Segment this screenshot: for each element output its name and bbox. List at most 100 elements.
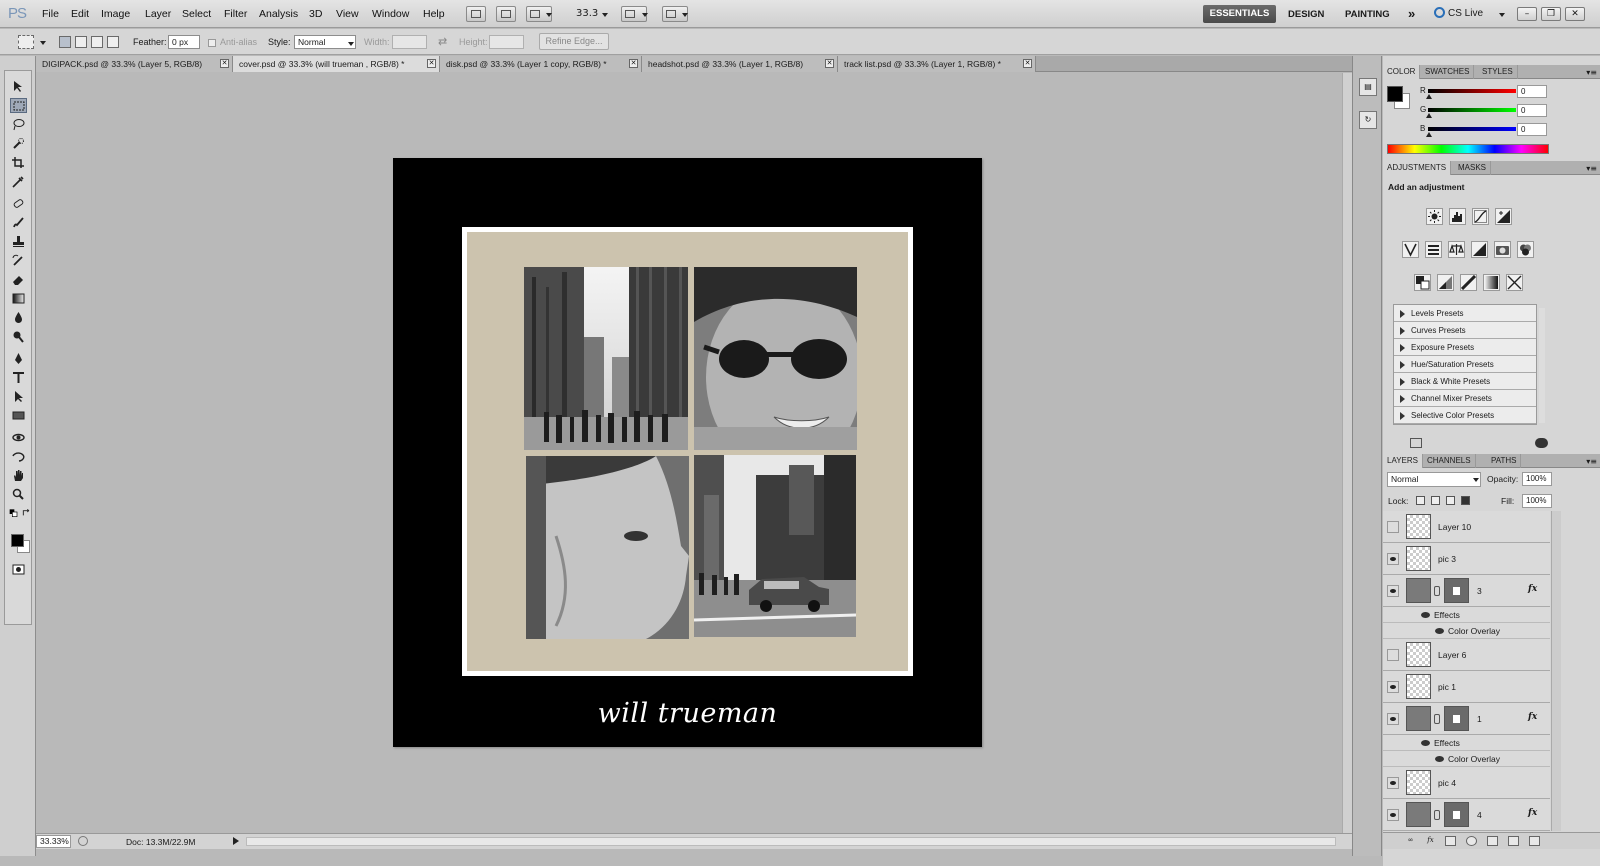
add-style-icon[interactable]: fx xyxy=(1425,836,1436,846)
threshold-button[interactable] xyxy=(1460,274,1477,291)
tab-disk[interactable]: disk.psd @ 33.3% (Layer 1 copy, RGB/8) *… xyxy=(440,56,642,72)
close-icon[interactable]: ✕ xyxy=(825,59,834,68)
slider-thumb-icon[interactable] xyxy=(1426,132,1432,137)
layer-row[interactable]: Layer 6 xyxy=(1383,639,1550,671)
path-selection-tool[interactable] xyxy=(10,389,27,404)
brush-tool[interactable] xyxy=(10,215,27,230)
workspaces-more-button[interactable]: » xyxy=(1408,6,1415,21)
tab-channels[interactable]: CHANNELS xyxy=(1423,454,1476,468)
close-icon[interactable]: ✕ xyxy=(220,59,229,68)
add-mask-icon[interactable] xyxy=(1445,836,1456,846)
tab-headshot[interactable]: headshot.psd @ 33.3% (Layer 1, RGB/8) ✕ xyxy=(642,56,838,72)
eraser-tool[interactable] xyxy=(10,272,27,287)
zoom-status-input[interactable]: 33.33% xyxy=(36,835,71,848)
menu-filter[interactable]: Filter xyxy=(224,8,247,20)
layer-row[interactable]: pic 1 xyxy=(1383,671,1550,703)
layer-mask-thumbnail[interactable] xyxy=(1444,802,1469,827)
eye-icon[interactable] xyxy=(1387,713,1399,725)
red-slider[interactable] xyxy=(1428,89,1516,93)
fx-icon[interactable]: fx xyxy=(1528,712,1537,722)
tab-styles[interactable]: STYLES xyxy=(1478,65,1518,79)
link-layers-icon[interactable]: ∞ xyxy=(1405,836,1416,846)
effects-row[interactable]: Effects xyxy=(1383,607,1550,623)
status-info-icon[interactable] xyxy=(78,836,88,846)
new-group-icon[interactable] xyxy=(1487,836,1498,846)
layer-row[interactable]: pic 3 xyxy=(1383,543,1550,575)
mini-bridge-panel-button[interactable]: ▤ xyxy=(1359,78,1377,96)
eye-icon[interactable] xyxy=(1387,809,1399,821)
link-icon[interactable] xyxy=(1434,810,1440,820)
eye-icon[interactable] xyxy=(1387,553,1399,565)
curves-button[interactable] xyxy=(1472,208,1489,225)
menu-help[interactable]: Help xyxy=(423,8,445,20)
cs-live-menu[interactable]: CS Live xyxy=(1448,8,1483,19)
preset-channel-mixer[interactable]: Channel Mixer Presets xyxy=(1394,390,1536,407)
menu-window[interactable]: Window xyxy=(372,8,409,20)
swap-colors-button[interactable] xyxy=(21,507,31,517)
workspace-painting[interactable]: PAINTING xyxy=(1345,9,1390,20)
workspace-design[interactable]: DESIGN xyxy=(1288,9,1324,20)
selective-color-button[interactable] xyxy=(1506,274,1523,291)
exposure-button[interactable] xyxy=(1495,208,1512,225)
clip-to-layer-icon[interactable] xyxy=(1535,438,1548,448)
style-select[interactable]: Normal xyxy=(294,35,356,49)
tab-cover[interactable]: cover.psd @ 33.3% (will trueman , RGB/8)… xyxy=(233,56,440,72)
dodge-tool[interactable] xyxy=(10,329,27,344)
menu-analysis[interactable]: Analysis xyxy=(259,8,298,20)
layer-row[interactable]: 4 fx xyxy=(1383,799,1550,831)
history-brush-tool[interactable] xyxy=(10,253,27,268)
close-icon[interactable]: ✕ xyxy=(629,59,638,68)
menu-layer[interactable]: Layer xyxy=(145,8,171,20)
color-balance-button[interactable] xyxy=(1448,241,1465,258)
tab-layers[interactable]: LAYERS xyxy=(1383,454,1423,468)
horizontal-scrollbar[interactable] xyxy=(246,837,1336,846)
fill-input[interactable]: 100% xyxy=(1522,494,1552,508)
blur-tool[interactable] xyxy=(10,310,27,325)
fx-icon[interactable]: fx xyxy=(1528,808,1537,818)
tab-digipack[interactable]: DIGIPACK.psd @ 33.3% (Layer 5, RGB/8) ✕ xyxy=(36,56,233,72)
eye-icon[interactable] xyxy=(1421,612,1430,618)
close-icon[interactable]: ✕ xyxy=(427,59,436,68)
layer-mask-thumbnail[interactable] xyxy=(1444,578,1469,603)
menu-3d[interactable]: 3D xyxy=(309,8,322,20)
eye-icon[interactable] xyxy=(1435,628,1444,634)
swap-dimensions-icon[interactable]: ⇄ xyxy=(438,35,447,48)
add-to-selection-button[interactable] xyxy=(75,36,87,48)
preset-black-white[interactable]: Black & White Presets xyxy=(1394,373,1536,390)
subtract-from-selection-button[interactable] xyxy=(91,36,103,48)
menu-select[interactable]: Select xyxy=(182,8,211,20)
lasso-tool[interactable] xyxy=(10,117,27,132)
tab-masks[interactable]: MASKS xyxy=(1454,161,1492,175)
visibility-toggle[interactable] xyxy=(1387,521,1399,533)
blue-slider[interactable] xyxy=(1428,127,1516,131)
link-icon[interactable] xyxy=(1434,714,1440,724)
lock-all-icon[interactable] xyxy=(1461,496,1470,505)
visibility-toggle[interactable] xyxy=(1387,649,1399,661)
panel-menu-icon[interactable]: ▾≡ xyxy=(1586,164,1597,173)
bridge-button[interactable] xyxy=(466,6,486,22)
marquee-preset-picker[interactable] xyxy=(18,35,34,49)
menu-image[interactable]: Image xyxy=(101,8,130,20)
layer-mask-thumbnail[interactable] xyxy=(1444,706,1469,731)
photo-filter-button[interactable] xyxy=(1494,241,1511,258)
menu-edit[interactable]: Edit xyxy=(71,8,89,20)
slider-thumb-icon[interactable] xyxy=(1426,113,1432,118)
zoom-tool[interactable] xyxy=(10,487,27,502)
lock-transparent-icon[interactable] xyxy=(1416,496,1425,505)
close-icon[interactable]: ✕ xyxy=(1023,59,1032,68)
default-colors-button[interactable] xyxy=(8,507,18,517)
black-white-button[interactable] xyxy=(1471,241,1488,258)
height-input[interactable] xyxy=(489,35,524,49)
layer-row[interactable]: Layer 10 xyxy=(1383,511,1550,543)
preset-curves[interactable]: Curves Presets xyxy=(1394,322,1536,339)
quick-selection-tool[interactable] xyxy=(10,136,27,151)
brightness-contrast-button[interactable] xyxy=(1426,208,1443,225)
green-value-input[interactable]: 0 xyxy=(1517,104,1547,117)
status-menu-arrow-icon[interactable] xyxy=(233,837,239,845)
width-input[interactable] xyxy=(392,35,427,49)
eye-icon[interactable] xyxy=(1387,777,1399,789)
red-value-input[interactable]: 0 xyxy=(1517,85,1547,98)
move-tool[interactable] xyxy=(10,79,27,94)
eyedropper-tool[interactable] xyxy=(10,174,27,189)
green-slider[interactable] xyxy=(1428,108,1516,112)
